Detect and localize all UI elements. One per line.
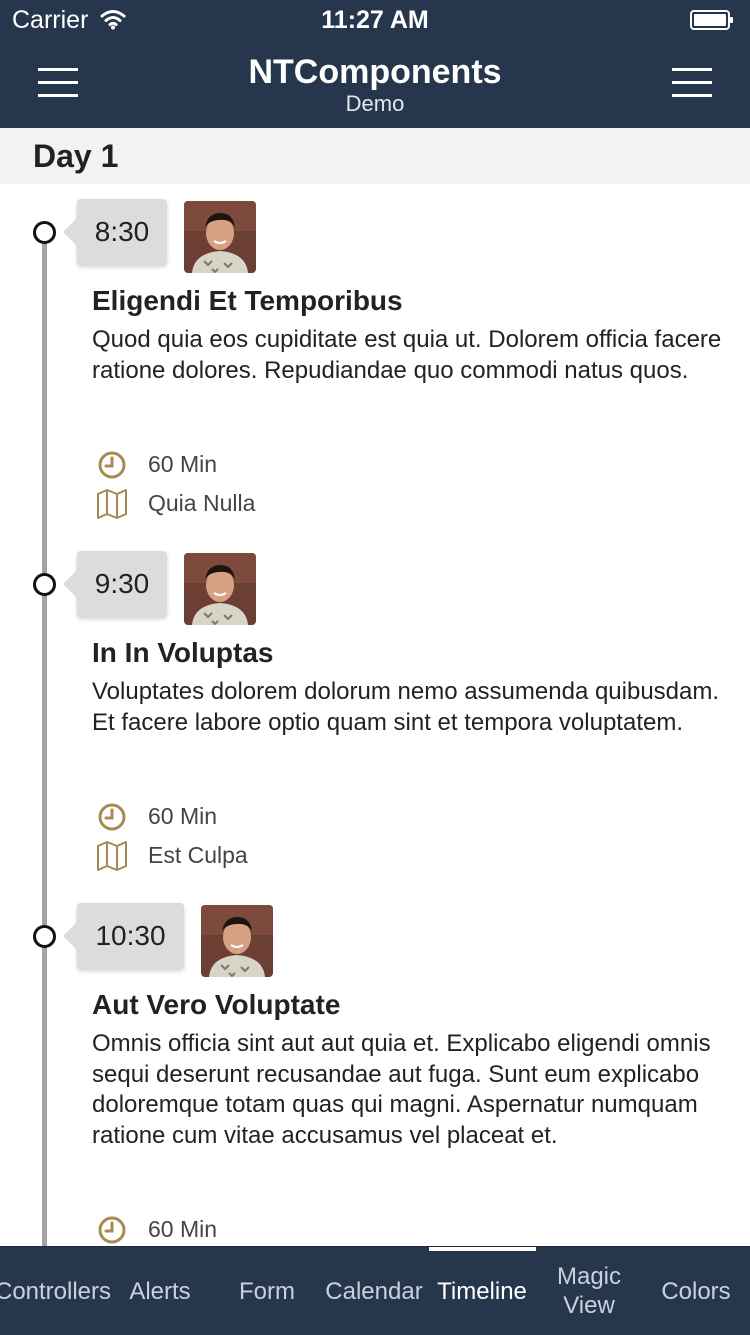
event-title[interactable]: In In Voluptas [92, 637, 273, 669]
duration-text: 60 Min [148, 1216, 218, 1242]
tab-timeline[interactable]: Timeline [429, 1247, 535, 1335]
timeline-node [33, 573, 56, 596]
avatar-image [184, 553, 256, 625]
clock-icon [98, 1216, 126, 1244]
status-time: 11:27 AM [321, 6, 429, 34]
timeline-node [33, 925, 56, 948]
tab-label: Colors [661, 1277, 731, 1305]
tab-calendar[interactable]: Calendar [321, 1247, 427, 1335]
hamburger-icon-bar [672, 81, 712, 84]
clock-icon [98, 803, 126, 831]
time-bubble: 10:30 [63, 903, 184, 969]
avatar[interactable] [184, 553, 256, 625]
hamburger-icon [672, 68, 712, 71]
hamburger-icon-bar [672, 94, 712, 97]
map-icon [97, 489, 127, 519]
tab-label: Controllers [0, 1277, 112, 1305]
tab-label: Calendar [325, 1277, 423, 1305]
location-text: Est Culpa [148, 842, 248, 868]
tab-label: Timeline [437, 1277, 527, 1305]
tab-controllers[interactable]: Controllers [0, 1247, 111, 1335]
battery-icon [690, 10, 733, 30]
duration-text: 60 Min [148, 451, 218, 477]
tab-label: Magic View [556, 1263, 622, 1319]
avatar[interactable] [184, 201, 256, 273]
timeline-node [33, 221, 56, 244]
duration-text: 60 Min [148, 803, 218, 829]
right-menu-button[interactable] [666, 60, 718, 104]
page-subtitle: Demo [345, 91, 405, 116]
tab-form[interactable]: Form [214, 1247, 320, 1335]
tab-label: Alerts [129, 1277, 191, 1305]
event-description: Omnis officia sint aut aut quia et. Expl… [92, 1030, 711, 1149]
tab-alerts[interactable]: Alerts [107, 1247, 213, 1335]
event-description: Quod quia eos cupiditate est quia ut. Do… [92, 326, 722, 384]
event-description: Voluptates dolorem dolorum nemo assumend… [92, 678, 720, 736]
tab-colors[interactable]: Colors [643, 1247, 749, 1335]
tab-label: Form [239, 1277, 295, 1305]
time-bubble: 9:30 [63, 551, 167, 617]
time-bubble: 8:30 [63, 199, 167, 265]
page-title: NTComponents [248, 53, 502, 91]
clock-icon [98, 451, 126, 479]
event-title[interactable]: Aut Vero Voluptate [92, 989, 340, 1021]
map-icon [97, 841, 127, 871]
avatar[interactable] [201, 905, 273, 977]
avatar-image [201, 905, 273, 977]
tab-bar: Controllers Alerts Form Calendar Timelin… [0, 1246, 750, 1335]
tab-magic-view[interactable]: Magic View [536, 1247, 642, 1335]
timeline-line [42, 232, 47, 1246]
section-header: Day 1 [0, 128, 750, 184]
section-title: Day 1 [33, 138, 119, 174]
avatar-image [184, 201, 256, 273]
navigation-header: Carrier 11:27 AM NTComponents Demo [0, 0, 750, 128]
status-bar: Carrier 11:27 AM [0, 0, 750, 40]
event-title[interactable]: Eligendi Et Temporibus [92, 285, 403, 317]
location-text: Quia Nulla [148, 490, 256, 516]
